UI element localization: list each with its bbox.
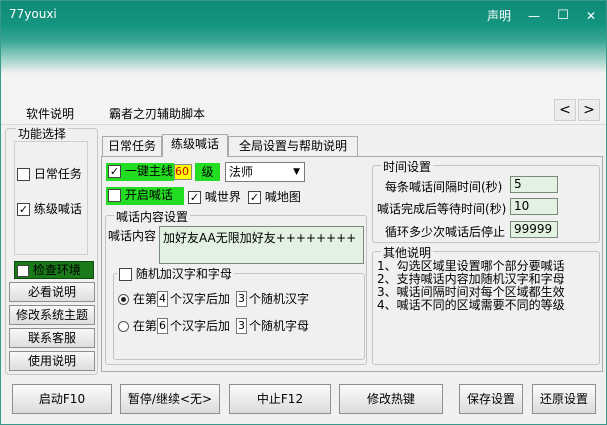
save-settings-button[interactable]: 保存设置	[459, 384, 523, 414]
change-theme-button[interactable]: 修改系统主题	[9, 305, 95, 325]
shout-world-label: 喊世界	[204, 190, 241, 204]
r1-prefix: 在第	[132, 292, 157, 306]
title-bar: 77youxi 声明 — ☐ ✕	[1, 1, 606, 73]
check-env-checkbox[interactable]	[17, 264, 29, 277]
prev-button[interactable]: <	[554, 99, 576, 121]
wait-input[interactable]: 10	[510, 198, 558, 215]
r1-suffix: 个随机汉字	[249, 292, 310, 306]
r1-n-input[interactable]: 4	[157, 291, 168, 307]
menu-software-info[interactable]: 软件说明	[26, 105, 74, 122]
shout-content-input[interactable]: 加好友AA无限加好友++++++++	[159, 226, 364, 264]
interval-input[interactable]: 5	[510, 176, 558, 193]
next-button[interactable]: >	[578, 99, 600, 121]
wait-label: 喊话完成后等待时间(秒)	[377, 202, 507, 216]
restore-settings-button[interactable]: 还原设置	[532, 384, 596, 414]
change-hotkey-button[interactable]: 修改热键	[339, 384, 443, 414]
r1-m-input[interactable]: 3	[236, 291, 247, 307]
interval-label: 每条喊话间隔时间(秒)	[385, 180, 503, 194]
daily-task-label: 日常任务	[33, 167, 82, 181]
note-line: 4、喊话不同的区域需要不同的等级	[377, 298, 565, 312]
time-settings-title: 时间设置	[381, 158, 434, 175]
shout-world-option[interactable]: ✓ 喊世界	[188, 188, 241, 205]
contact-support-button[interactable]: 联系客服	[9, 328, 95, 348]
content-settings-title: 喊话内容设置	[114, 208, 191, 225]
shout-map-option[interactable]: ✓ 喊地图	[248, 188, 301, 205]
random-label: 随机加汉字和字母	[135, 267, 232, 281]
check-env-option[interactable]: 检查环境	[14, 261, 94, 279]
main-line-label: 一键主线	[124, 164, 173, 178]
loop-input[interactable]: 99999	[510, 221, 558, 238]
other-notes-group: 其他说明 1、勾选区域里设置哪个部分要喊话 2、支持喊话内容加随机汉字和字母 3…	[372, 244, 600, 365]
random-han-row: 在第	[118, 291, 157, 307]
loop-label: 循环多少次喊话后停止	[385, 225, 506, 239]
practice-shout-option[interactable]: ✓ 练级喊话	[17, 200, 82, 217]
practice-shout-checkbox[interactable]: ✓	[17, 203, 30, 216]
daily-task-option[interactable]: 日常任务	[17, 165, 82, 182]
class-select-value: 法师	[229, 165, 254, 179]
feature-list: 日常任务 ✓ 练级喊话	[14, 141, 88, 255]
check-env-label: 检查环境	[32, 263, 81, 277]
shout-world-checkbox[interactable]: ✓	[188, 191, 201, 204]
practice-shout-label: 练级喊话	[33, 202, 82, 216]
random-letter-row: 在第	[118, 318, 157, 334]
level-unit-label: 级	[195, 163, 220, 181]
random-letter-radio[interactable]	[118, 321, 129, 332]
time-settings-group: 时间设置 每条喊话间隔时间(秒) 5 喊话完成后等待时间(秒) 10 循环多少次…	[372, 158, 600, 243]
r2-prefix: 在第	[132, 319, 157, 333]
main-window: 77youxi 声明 — ☐ ✕ 软件说明 霸者之刃辅助脚本 < > 功能选择 …	[0, 0, 607, 425]
tab-practice-shout[interactable]: 练级喊话	[162, 134, 228, 157]
feature-select-group: 功能选择 日常任务 ✓ 练级喊话 检查环境 必看说明 修改系统主题 联系客服 使…	[5, 125, 98, 375]
maximize-icon[interactable]: ☐	[549, 1, 577, 31]
daily-task-checkbox[interactable]	[17, 168, 30, 181]
shout-map-label: 喊地图	[264, 190, 301, 204]
practice-shout-panel: ✓ 一键主线 60 级 法师 ▼ 开启喊话 ✓ 喊世界 ✓ 喊地图 喊话内容设置…	[101, 156, 603, 372]
content-label: 喊话内容	[108, 229, 157, 243]
random-checkbox[interactable]	[119, 268, 132, 281]
tab-strip: 日常任务 练级喊话 全局设置与帮助说明	[101, 134, 603, 157]
r2-m-input[interactable]: 3	[236, 318, 247, 334]
r2-n-input[interactable]: 6	[157, 318, 168, 334]
menu-bar: 软件说明 霸者之刃辅助脚本 < >	[1, 73, 606, 125]
shout-map-checkbox[interactable]: ✓	[248, 191, 261, 204]
statement-button[interactable]: 声明	[479, 1, 519, 31]
pause-resume-button[interactable]: 暂停/继续<无>	[120, 384, 220, 414]
content-settings-group: 喊话内容设置 喊话内容 加好友AA无限加好友++++++++ 随机加汉字和字母 …	[105, 208, 367, 365]
open-shout-label: 开启喊话	[124, 188, 173, 202]
main-line-checkbox[interactable]: ✓	[108, 165, 121, 178]
r1-mid: 个汉字后加	[170, 292, 231, 306]
start-button[interactable]: 启动F10	[12, 384, 112, 414]
menu-script-name[interactable]: 霸者之刃辅助脚本	[109, 105, 205, 122]
feature-select-title: 功能选择	[16, 125, 69, 142]
stop-button[interactable]: 中止F12	[229, 384, 331, 414]
window-title: 77youxi	[9, 7, 57, 21]
random-group: 随机加汉字和字母 在第 4 个汉字后加 3 个随机汉字 在第 6 个汉字后加 3…	[113, 265, 365, 360]
must-read-button[interactable]: 必看说明	[9, 282, 95, 302]
r2-mid: 个汉字后加	[170, 319, 231, 333]
open-shout-checkbox[interactable]	[108, 189, 121, 202]
r2-suffix: 个随机字母	[249, 319, 310, 333]
random-han-radio[interactable]	[118, 294, 129, 305]
main-line-option[interactable]: ✓ 一键主线	[106, 163, 174, 181]
close-icon[interactable]: ✕	[578, 1, 604, 31]
chevron-down-icon: ▼	[293, 167, 300, 177]
minimize-icon[interactable]: —	[520, 1, 548, 31]
notes-list: 1、勾选区域里设置哪个部分要喊话 2、支持喊话内容加随机汉字和字母 3、喊话间隔…	[377, 260, 565, 312]
class-select[interactable]: 法师 ▼	[225, 162, 305, 182]
tab-daily-task[interactable]: 日常任务	[102, 136, 162, 157]
random-option[interactable]: 随机加汉字和字母	[117, 265, 234, 282]
main-line-level-input[interactable]: 60	[174, 164, 192, 180]
open-shout-option[interactable]: 开启喊话	[106, 187, 184, 205]
usage-guide-button[interactable]: 使用说明	[9, 351, 95, 371]
tab-global-settings[interactable]: 全局设置与帮助说明	[228, 136, 358, 157]
